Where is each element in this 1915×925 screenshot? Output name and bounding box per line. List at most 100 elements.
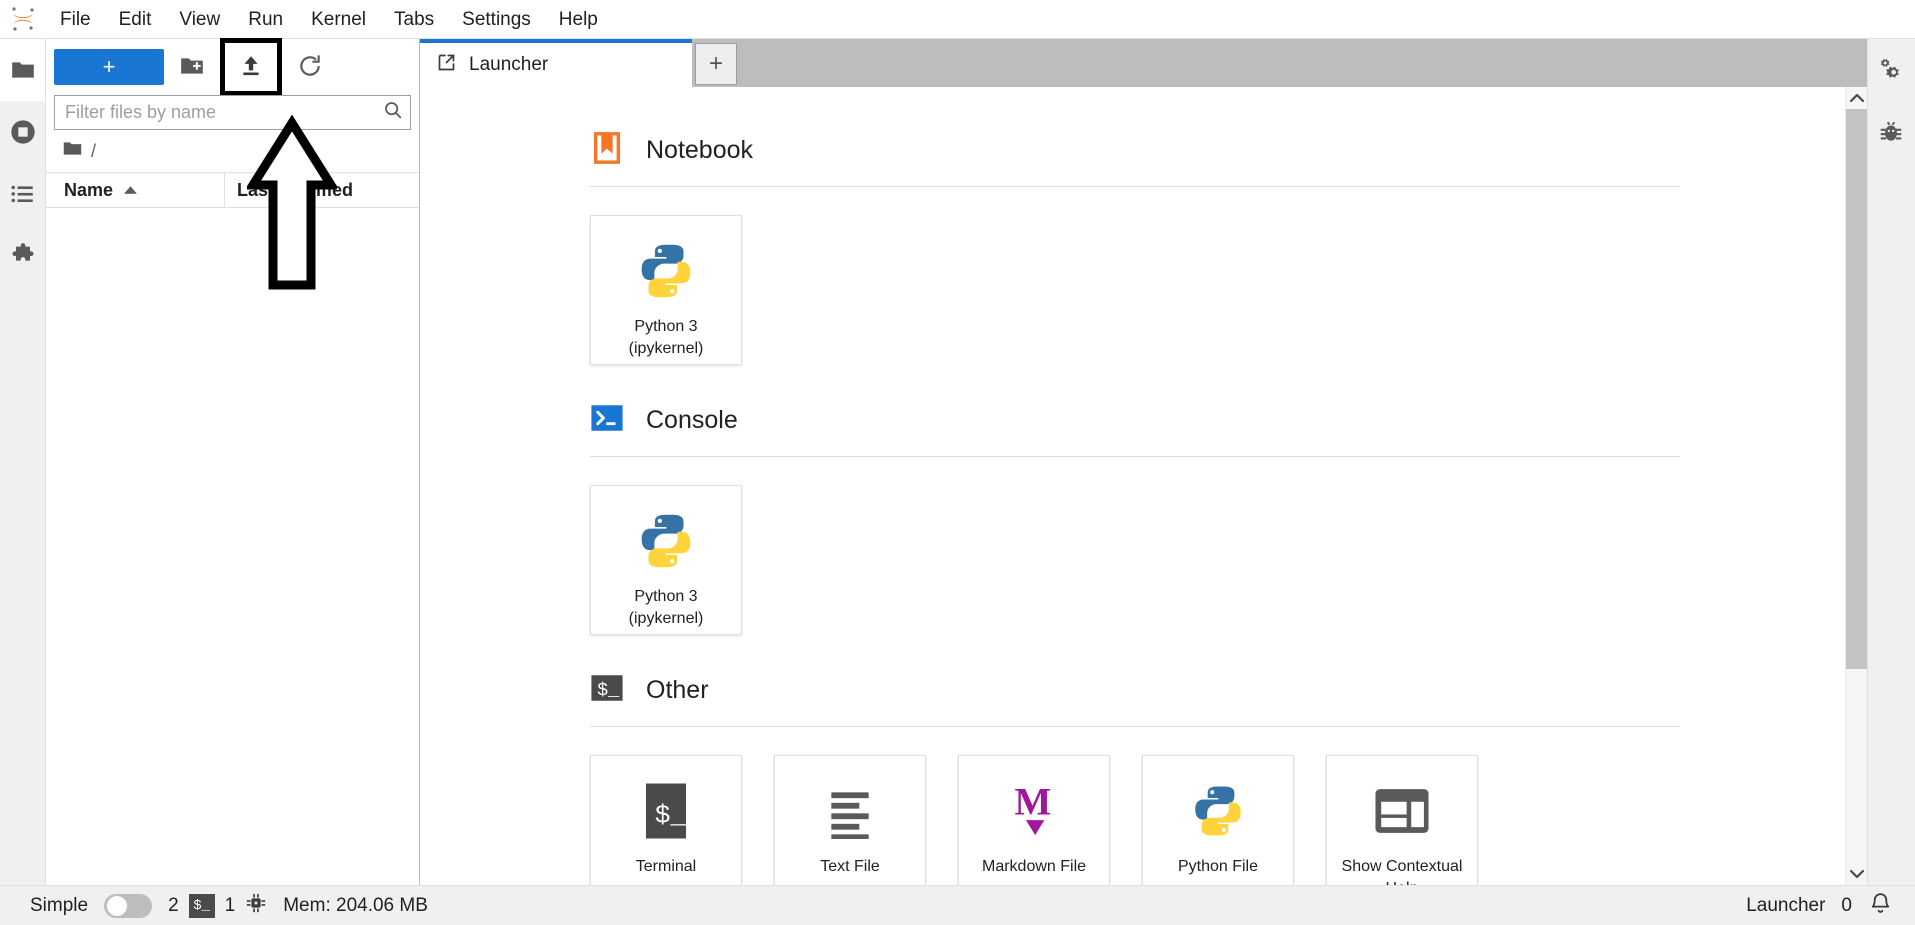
console-blue-icon — [590, 401, 624, 440]
notebook-orange-icon — [590, 131, 624, 170]
upload-icon — [238, 53, 264, 82]
sidebar-extension-manager[interactable] — [0, 225, 45, 287]
breadcrumb[interactable]: / — [46, 130, 419, 172]
memory-usage-label: Mem: 204.06 MB — [283, 894, 428, 916]
sort-ascending-caret-icon — [123, 180, 138, 201]
running-terminals-kernels-icon — [9, 118, 37, 146]
breadcrumb-home-folder-icon[interactable] — [62, 138, 83, 164]
scrollbar-down-arrow[interactable] — [1846, 863, 1867, 885]
sidebar-file-browser[interactable] — [0, 39, 45, 101]
column-header-last-modified[interactable]: Last Modified — [224, 173, 353, 207]
active-tab-status-label[interactable]: Launcher — [1746, 895, 1825, 917]
jupyterlab-window: File Edit View Run Kernel Tabs Settings … — [0, 0, 1915, 925]
launcher-scrollbar[interactable] — [1845, 87, 1867, 885]
menu-run[interactable]: Run — [234, 0, 297, 39]
card-label-line1: Python 3 — [634, 588, 698, 605]
scrollbar-thumb[interactable] — [1846, 109, 1867, 669]
launcher-panel: Notebook Python 3 (ipykernel) Console Py… — [420, 87, 1867, 885]
launcher-card-python-file[interactable]: Python File — [1142, 755, 1294, 885]
refresh-file-list-button[interactable] — [288, 47, 332, 87]
launcher-card-notebook-python3[interactable]: Python 3 (ipykernel) — [590, 215, 742, 365]
menu-edit[interactable]: Edit — [105, 0, 166, 39]
launcher-card-text-file[interactable]: Text File — [774, 755, 926, 885]
terminal-sessions-status[interactable]: 2 $_ 1 — [168, 892, 267, 919]
launcher-card-label: Markdown File — [981, 858, 1087, 875]
launcher-card-markdown-file[interactable]: M Markdown File — [958, 755, 1110, 885]
launcher-card-label: Python 3 (ipykernel) — [629, 586, 704, 629]
card-label-line1: Python 3 — [634, 318, 698, 335]
menu-tabs[interactable]: Tabs — [380, 0, 448, 39]
menu-help[interactable]: Help — [545, 0, 612, 39]
right-activity-bar — [1867, 39, 1915, 885]
status-bar-right: Launcher 0 — [1746, 891, 1893, 921]
terminal-icon: $_ — [640, 778, 692, 844]
simple-mode-label: Simple — [30, 894, 89, 916]
sidebar-debugger[interactable] — [1868, 101, 1913, 163]
section-title-other: Other — [646, 676, 709, 704]
menu-view[interactable]: View — [165, 0, 234, 39]
notification-count: 0 — [1841, 894, 1852, 916]
new-launcher-button[interactable]: + — [54, 49, 164, 85]
file-browser-toolbar: + — [46, 38, 419, 96]
sidebar-property-inspector[interactable] — [1868, 39, 1913, 101]
scrollbar-up-arrow[interactable] — [1846, 87, 1867, 109]
bell-icon[interactable] — [1868, 891, 1893, 921]
launcher-section-notebook: Notebook Python 3 (ipykernel) — [590, 131, 1680, 401]
launcher-card-label: Text File — [820, 858, 880, 875]
kernel-cpu-icon — [245, 892, 267, 919]
filter-files-field[interactable] — [54, 95, 411, 130]
other-terminal-icon: $_ — [590, 671, 624, 710]
svg-text:M: M — [1014, 780, 1051, 823]
markdown-file-icon: M — [1006, 778, 1062, 844]
breadcrumb-path[interactable]: / — [91, 141, 96, 162]
launcher-card-contextual-help[interactable]: Show Contextual Help — [1326, 755, 1478, 885]
menu-settings[interactable]: Settings — [448, 0, 545, 39]
section-header-notebook: Notebook — [590, 131, 1680, 186]
extension-manager-puzzle-icon — [9, 242, 37, 270]
simple-mode-toggle[interactable] — [104, 893, 153, 918]
section-title-notebook: Notebook — [646, 136, 754, 164]
file-list[interactable] — [46, 208, 419, 885]
scrollbar-track[interactable] — [1846, 109, 1867, 863]
section-title-console: Console — [646, 406, 738, 434]
upload-files-button[interactable] — [220, 38, 282, 96]
text-file-icon — [822, 778, 878, 844]
refresh-icon — [297, 53, 323, 82]
launcher-card-console-python3[interactable]: Python 3 (ipykernel) — [590, 485, 742, 635]
launcher-section-console: Console Python 3 (ipykernel) — [590, 401, 1680, 671]
svg-text:$_: $_ — [655, 800, 687, 830]
terminal-icon: $_ — [188, 893, 215, 918]
contextual-help-icon — [1372, 778, 1432, 844]
column-header-name-label: Name — [64, 179, 114, 200]
sidebar-running-sessions[interactable] — [0, 101, 45, 163]
new-folder-icon — [179, 53, 205, 82]
tab-launcher[interactable]: Launcher — [420, 39, 692, 87]
python-logo-icon — [636, 508, 696, 574]
card-label-line2: (ipykernel) — [628, 609, 704, 627]
main-dock-area: Launcher + Notebook Python 3 (ipykernel)… — [420, 39, 1867, 885]
launcher-icon — [436, 52, 457, 78]
search-icon[interactable] — [382, 99, 404, 126]
sidebar-table-of-contents[interactable] — [0, 163, 45, 225]
menu-file[interactable]: File — [46, 0, 105, 39]
launcher-content: Notebook Python 3 (ipykernel) Console Py… — [420, 87, 1845, 885]
left-activity-bar — [0, 39, 46, 885]
file-browser-panel: + Filter files by name / Name Last Modif… — [46, 38, 420, 885]
notebook-card-row: Python 3 (ipykernel) — [590, 187, 1680, 401]
jupyter-logo-icon — [0, 0, 46, 39]
svg-text:$_: $_ — [597, 680, 620, 701]
search-input[interactable] — [65, 102, 382, 123]
python-file-icon — [1190, 778, 1246, 844]
card-label-line2: (ipykernel) — [628, 339, 704, 357]
new-tab-button[interactable]: + — [695, 43, 737, 85]
launcher-card-label: Terminal — [635, 858, 697, 875]
column-header-name[interactable]: Name — [46, 180, 224, 201]
menu-item-list: File Edit View Run Kernel Tabs Settings … — [46, 0, 612, 38]
menu-kernel[interactable]: Kernel — [297, 0, 380, 39]
menu-bar: File Edit View Run Kernel Tabs Settings … — [0, 0, 1915, 39]
new-folder-button[interactable] — [170, 47, 214, 87]
other-card-row: $_ Terminal Text File M Markdown File Py… — [590, 727, 1680, 885]
launcher-card-label: Python File — [1177, 858, 1259, 875]
property-inspector-gears-icon — [1877, 56, 1905, 84]
launcher-card-terminal[interactable]: $_ Terminal — [590, 755, 742, 885]
